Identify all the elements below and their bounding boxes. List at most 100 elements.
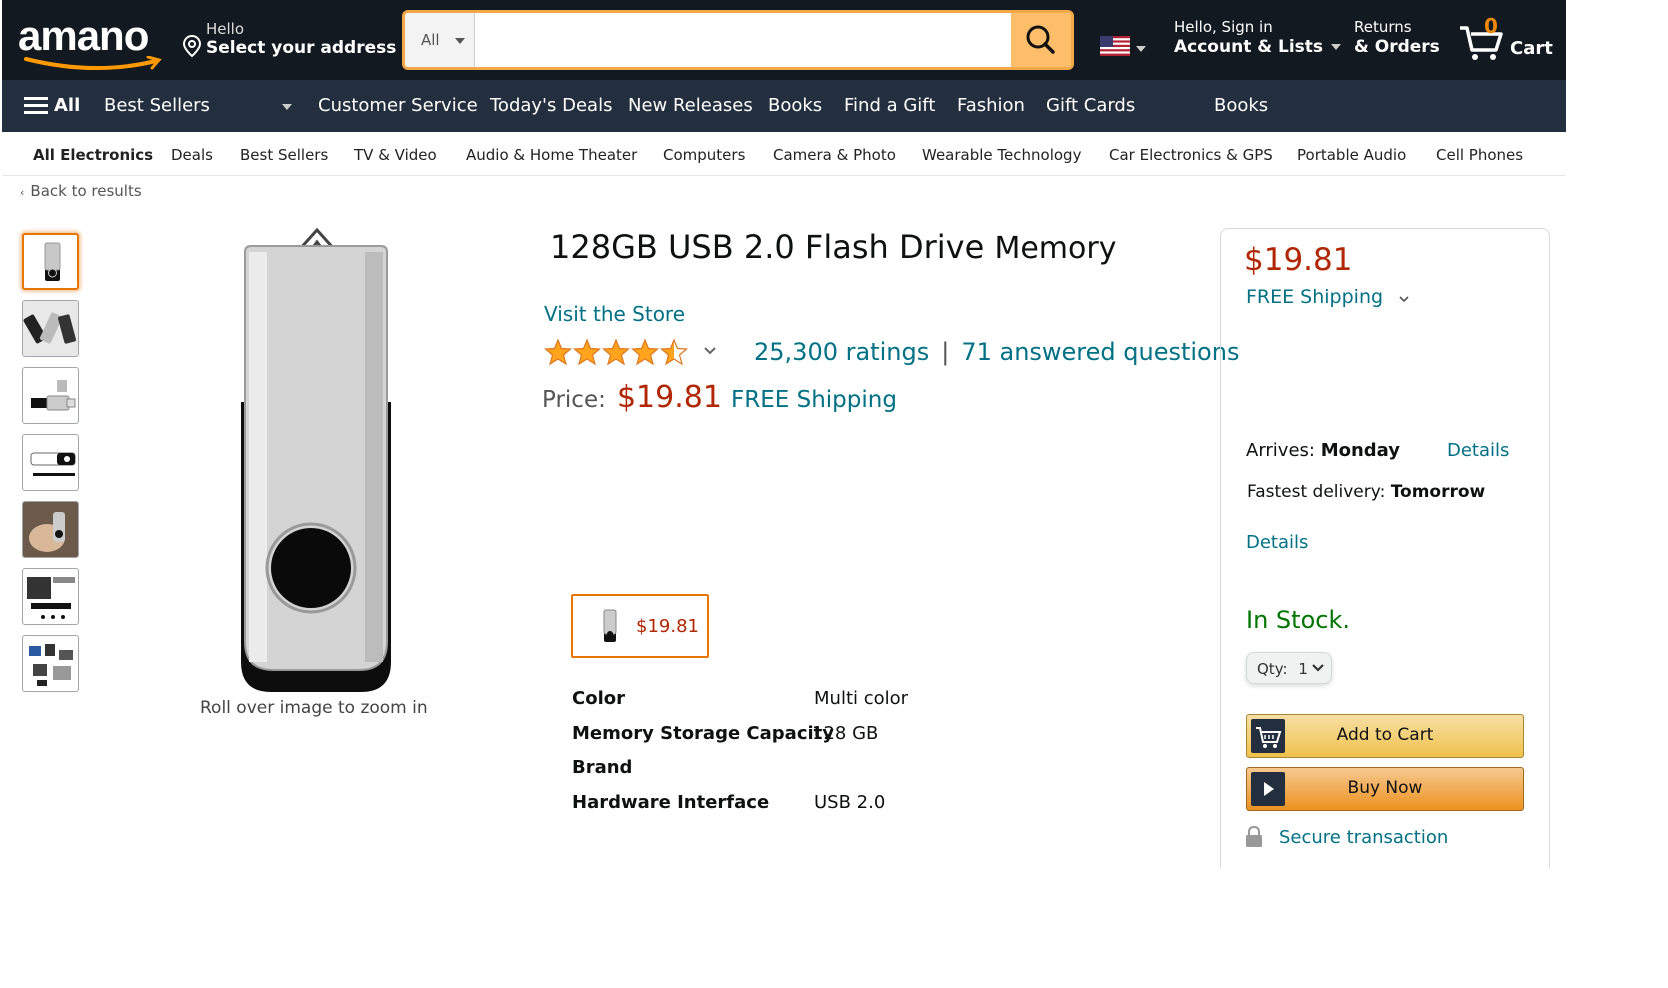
search-input[interactable] (477, 13, 1011, 67)
details-link[interactable]: Details (1447, 440, 1509, 461)
site-logo[interactable]: amano (18, 12, 149, 60)
nav-item-books-2[interactable]: Books (1214, 95, 1268, 116)
nav-item-fashion[interactable]: Fashion (957, 95, 1025, 116)
nav-item-new-releases[interactable]: New Releases (628, 95, 753, 116)
thumbnail-5[interactable] (22, 501, 79, 558)
spec-value: Multi color (814, 688, 909, 709)
play-icon (1251, 772, 1285, 806)
usb-drive-icon (23, 301, 78, 356)
variant-option[interactable]: $19.81 (571, 594, 709, 658)
usb-drive-icon (44, 242, 61, 281)
main-product-image[interactable] (225, 222, 405, 696)
back-to-results-link[interactable]: ‹ Back to results (20, 182, 142, 200)
zoom-hint: Roll over image to zoom in (200, 698, 428, 718)
nav-item-customer-service[interactable]: Customer Service (318, 95, 478, 116)
details-link-2[interactable]: Details (1246, 532, 1308, 553)
thumbnail-3[interactable] (22, 367, 79, 424)
thumbnail-6[interactable] (22, 568, 79, 625)
qty-value: 1 (1298, 660, 1308, 678)
star-rating-icon[interactable] (544, 338, 689, 368)
usb-drive-icon (30, 452, 76, 476)
quantity-select[interactable]: Qty: 1 (1246, 652, 1332, 684)
buybox-price: $19.81 (1244, 242, 1353, 278)
secure-transaction-label: Secure transaction (1279, 827, 1449, 848)
product-price: $19.81 (616, 380, 722, 415)
subnav-audio-home-theater[interactable]: Audio & Home Theater (466, 146, 637, 164)
search-department-select[interactable]: All (405, 13, 475, 67)
chevron-down-icon (1399, 296, 1409, 303)
hamburger-icon[interactable] (24, 97, 48, 115)
subnav-all-electronics[interactable]: All Electronics (33, 146, 153, 164)
usb-drive-icon (31, 380, 76, 411)
spec-value: 128 GB (812, 722, 879, 744)
back-to-results-label: Back to results (30, 182, 142, 200)
thumbnail-4[interactable] (22, 434, 79, 491)
spec-key: Color (572, 688, 625, 709)
fastest-day: Tomorrow (1390, 482, 1486, 502)
product-title-tail: Memory (994, 231, 1117, 266)
subnav-computers[interactable]: Computers (663, 146, 745, 164)
usb-drive-icon (603, 609, 617, 642)
search-bar: All (402, 10, 1074, 70)
fastest-delivery-info: Fastest delivery: Tomorrow (1247, 482, 1485, 502)
subnav-wearable-technology[interactable]: Wearable Technology (922, 146, 1081, 164)
subnav-tv-video[interactable]: TV & Video (354, 146, 437, 164)
fastest-label: Fastest delivery: (1247, 482, 1391, 502)
nav-all[interactable]: All (54, 95, 80, 116)
returns-orders-link[interactable]: Returns & Orders (1354, 18, 1440, 57)
thumbnail-1[interactable] (22, 233, 79, 290)
location-pin-icon (182, 34, 202, 58)
ratings-count-link[interactable]: 25,300 ratings (754, 338, 929, 366)
department-subnav: All Electronics Deals Best Sellers TV & … (2, 132, 1566, 176)
buybox-shipping-label: FREE Shipping (1246, 286, 1384, 308)
qty-label: Qty: (1257, 660, 1288, 678)
subnav-best-sellers[interactable]: Best Sellers (240, 146, 328, 164)
spec-value: USB 2.0 (814, 791, 886, 813)
usb-drive-icon (23, 502, 78, 557)
usb-drive-icon (29, 644, 73, 686)
nav-item-books[interactable]: Books (768, 95, 822, 116)
subnav-cell-phones[interactable]: Cell Phones (1436, 146, 1523, 164)
usb-drive-icon (27, 577, 75, 619)
chevron-down-icon (1331, 44, 1342, 50)
spec-key: Brand (572, 757, 633, 778)
logo-smile-icon (24, 56, 162, 70)
cart-count: 0 (1484, 14, 1498, 38)
product-title: 128GB USB 2.0 Flash Drive Memory (550, 228, 1116, 266)
thumbnail-7[interactable] (22, 635, 79, 692)
ratings-separator: | (941, 338, 950, 366)
arrives-label: Arrives: (1246, 440, 1321, 461)
nav-item-todays-deals[interactable]: Today's Deals (490, 95, 612, 116)
chevron-down-icon[interactable] (704, 346, 716, 356)
visit-store-link[interactable]: Visit the Store (544, 302, 685, 326)
chevron-down-icon (455, 38, 465, 44)
nav-item-best-sellers[interactable]: Best Sellers (104, 95, 210, 116)
chevron-left-icon: ‹ (20, 186, 25, 199)
us-flag-icon[interactable] (1100, 36, 1130, 56)
free-shipping-link[interactable]: FREE Shipping (731, 387, 897, 413)
nav-item-find-a-gift[interactable]: Find a Gift (844, 95, 935, 116)
thumbnail-2[interactable] (22, 300, 79, 357)
buybox-shipping-link[interactable]: FREE Shipping (1246, 286, 1409, 308)
account-menu[interactable]: Hello, Sign in Account & Lists (1174, 18, 1342, 57)
subnav-car-electronics-gps[interactable]: Car Electronics & GPS (1109, 146, 1273, 164)
cart-icon (1460, 26, 1503, 60)
nav-item-gift-cards[interactable]: Gift Cards (1046, 95, 1135, 116)
subnav-camera-photo[interactable]: Camera & Photo (773, 146, 896, 164)
top-header: amano Hello Select your address All Hell… (2, 0, 1566, 80)
language-chevron-icon (1136, 46, 1146, 52)
cart-label: Cart (1510, 38, 1553, 59)
address-greeting: Hello (206, 20, 245, 38)
search-button[interactable] (1011, 13, 1071, 67)
answered-questions-link[interactable]: 71 answered questions (961, 338, 1239, 366)
subnav-portable-audio[interactable]: Portable Audio (1297, 146, 1406, 164)
price-label: Price: (542, 387, 606, 413)
spec-key: Hardware Interface (572, 791, 770, 813)
returns-line2: & Orders (1354, 37, 1440, 57)
lock-icon (1246, 826, 1262, 847)
account-greeting: Hello, Sign in (1174, 18, 1273, 36)
chevron-down-icon[interactable] (282, 104, 292, 110)
subnav-deals[interactable]: Deals (171, 146, 213, 164)
add-to-cart-button[interactable]: Add to Cart (1246, 714, 1524, 758)
buy-now-button[interactable]: Buy Now (1246, 767, 1524, 811)
